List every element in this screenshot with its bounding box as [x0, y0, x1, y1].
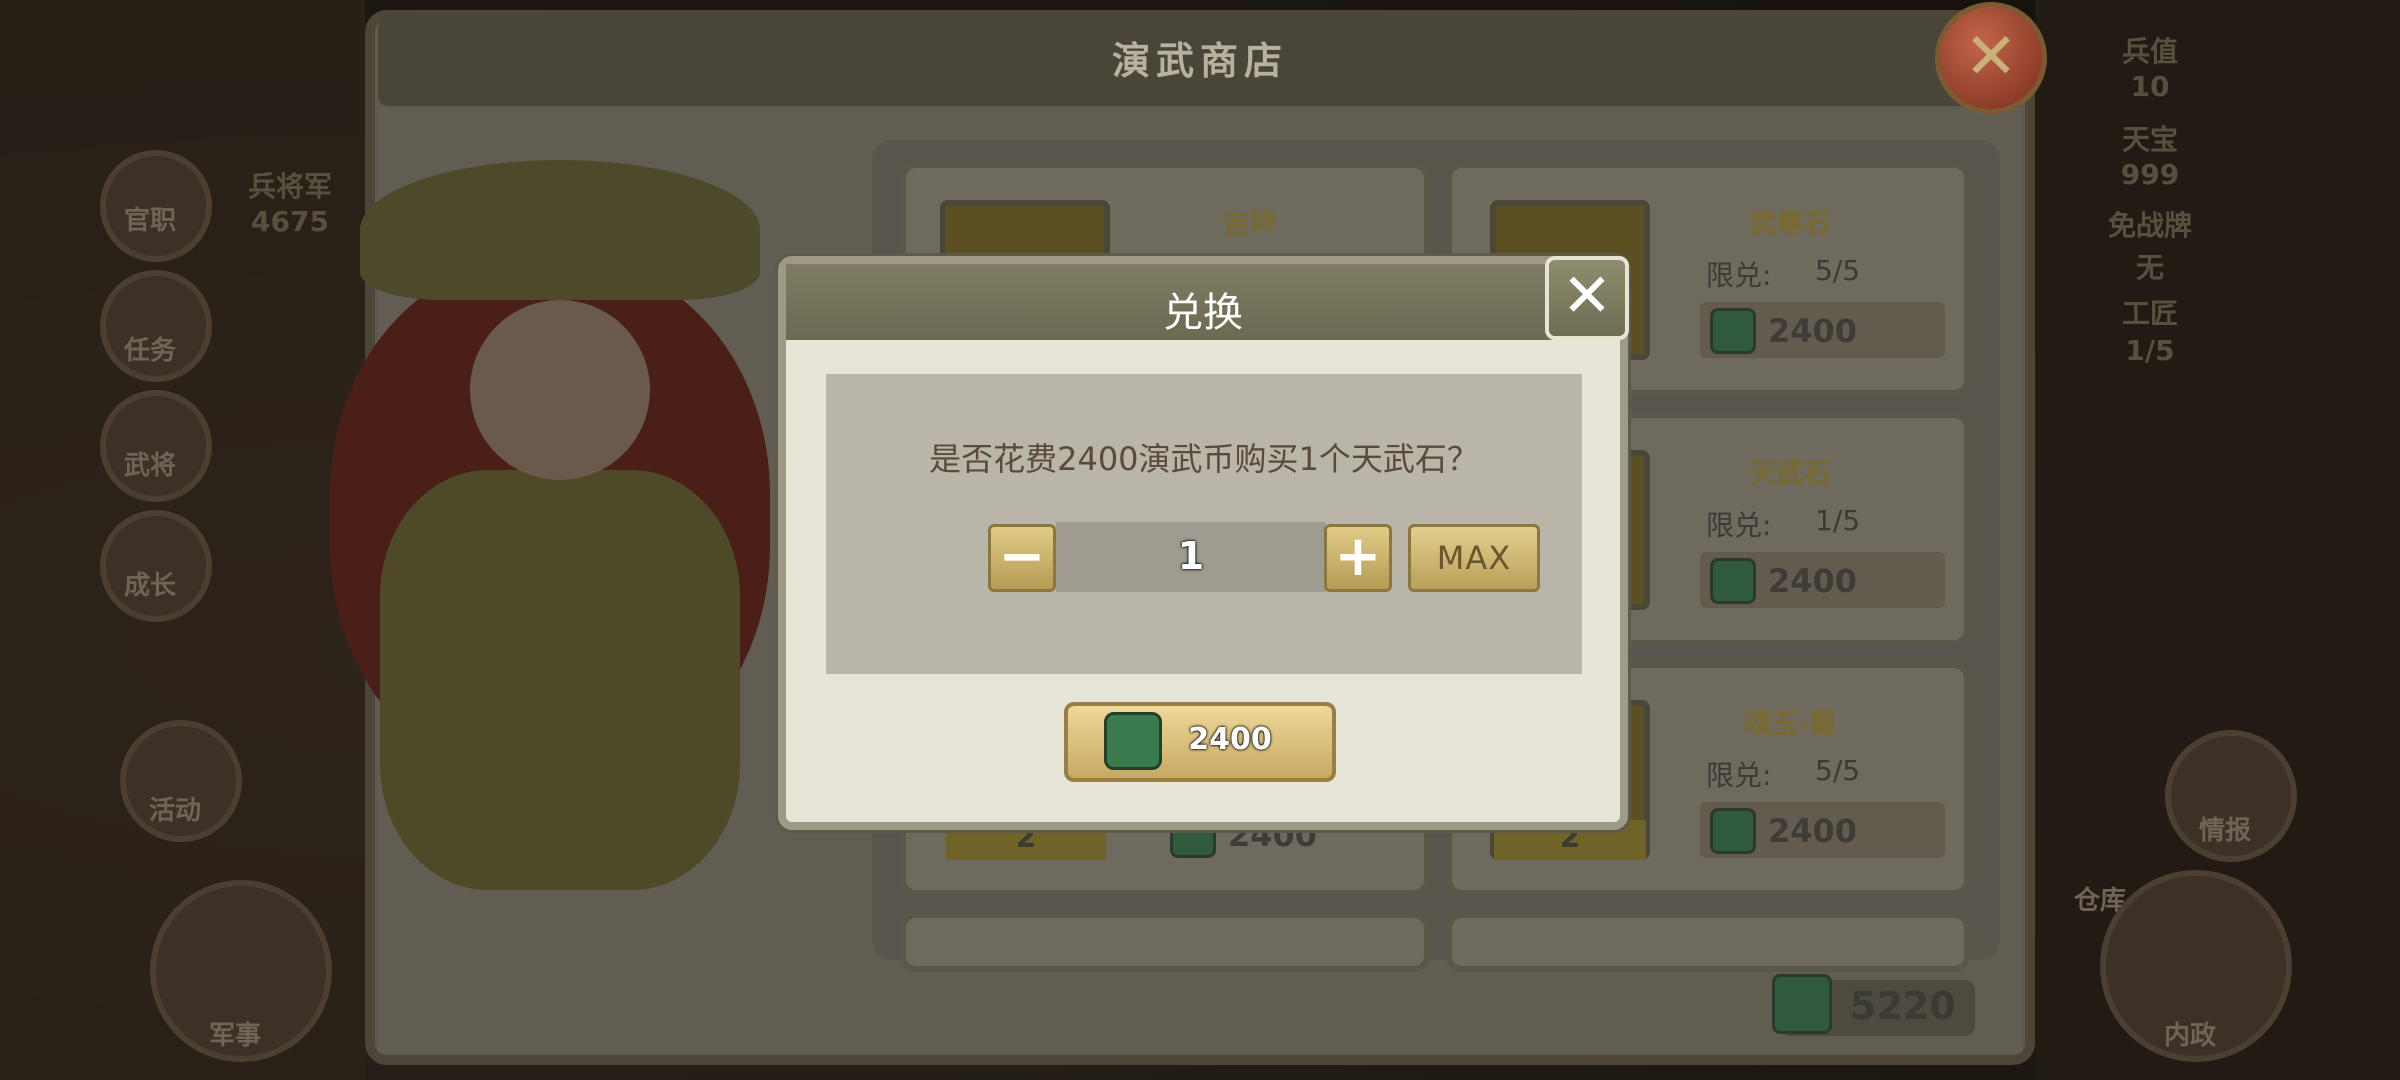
item-limit: 1/5 [1815, 504, 1861, 537]
sidebar-item-label: 情报 [2198, 816, 2251, 846]
army-label: 兵将军 [247, 170, 332, 203]
army-value: 4675 [251, 205, 329, 238]
purchase-price: 2400 [1188, 722, 1272, 757]
sidebar-item-label: 官职 [123, 206, 176, 236]
close-icon: ✕ [1964, 20, 2018, 94]
shop-item-card[interactable] [900, 912, 1430, 972]
sidebar-item-label: 活动 [148, 796, 201, 826]
minus-icon: − [998, 524, 1046, 589]
stat-label: 兵值 [2121, 35, 2178, 68]
shop-title: 演武商店 [1111, 39, 1288, 83]
quantity-value: 1 [1177, 534, 1205, 578]
stat-label: 免战牌 [2107, 209, 2192, 242]
item-name: 吉祥 [1223, 209, 1277, 240]
item-name: 武尊石 [1749, 209, 1831, 240]
stat-value: 1/5 [2125, 334, 2175, 367]
sidebar-item-label: 成长 [123, 571, 176, 601]
item-price: 2400 [1768, 812, 1858, 850]
plus-icon: + [1334, 524, 1382, 589]
item-name: 魂玉-蜀 [1743, 709, 1837, 740]
item-limit: 5/5 [1815, 754, 1861, 787]
decrease-quantity-button[interactable]: − [988, 524, 1056, 592]
stat-value: 10 [2130, 70, 2170, 103]
item-price: 2400 [1768, 312, 1858, 350]
item-price: 2400 [1768, 562, 1858, 600]
purchase-question: 是否花费2400演武币购买1个天武石？ [929, 440, 1479, 478]
dialog-close-button[interactable]: ✕ [1545, 256, 1629, 340]
stat-label: 工匠 [2121, 297, 2178, 330]
close-icon: ✕ [1561, 261, 1613, 331]
stat-value: 999 [2120, 158, 2180, 191]
shop-close-button[interactable]: ✕ [1935, 2, 2047, 114]
currency-balance: 5220 [1850, 984, 1956, 1028]
stat-value: 无 [2135, 251, 2164, 284]
jade-mask-coin-icon [1710, 308, 1756, 354]
item-limit-label: 限兑: [1706, 259, 1772, 292]
shop-item-card[interactable] [1446, 912, 1970, 972]
character-face [470, 300, 650, 480]
jade-mask-coin-icon [1772, 974, 1832, 1034]
item-limit: 5/5 [1815, 254, 1861, 287]
item-limit-label: 限兑: [1706, 759, 1772, 792]
jade-mask-coin-icon [1710, 558, 1756, 604]
sidebar-item-label: 内政 [2163, 1021, 2216, 1051]
max-label: MAX [1436, 539, 1512, 577]
item-name: 天武石 [1749, 459, 1831, 490]
dialog-title: 兑换 [1163, 290, 1243, 336]
sidebar-item-label: 军事 [208, 1021, 261, 1051]
jade-mask-coin-icon [1104, 712, 1162, 770]
increase-quantity-button[interactable]: + [1324, 524, 1392, 592]
item-limit-label: 限兑: [1706, 509, 1772, 542]
character-body [380, 470, 740, 890]
character-hat [360, 160, 760, 300]
jade-mask-coin-icon [1710, 808, 1756, 854]
sidebar-item-label: 武将 [123, 451, 176, 481]
sidebar-item-label: 任务 [123, 336, 176, 366]
stat-label: 天宝 [2121, 123, 2178, 156]
max-quantity-button[interactable]: MAX [1408, 524, 1540, 592]
